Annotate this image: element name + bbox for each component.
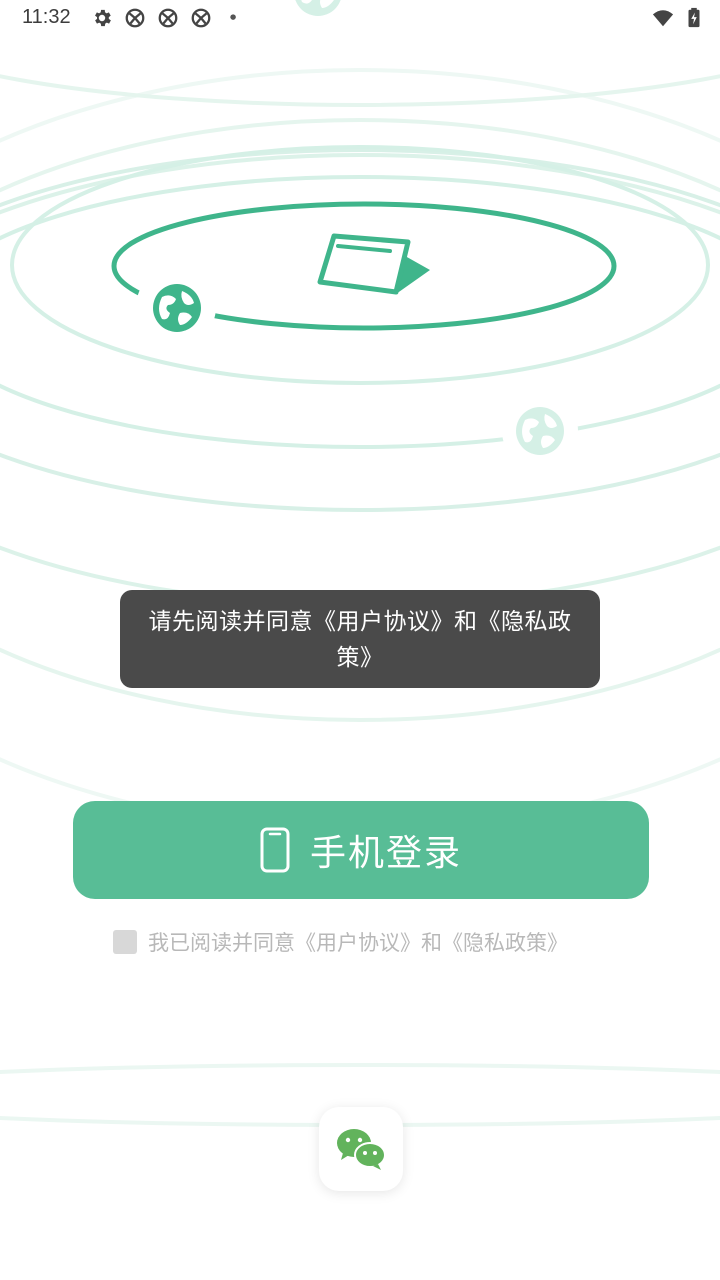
privacy-policy-link[interactable]: 《隐私政策》 (442, 931, 568, 955)
status-bar: 11:32 (0, 0, 720, 36)
agreement-row: 我已阅读并同意《用户协议》和《隐私政策》 (113, 926, 568, 958)
user-agreement-link[interactable]: 《用户协议》 (295, 931, 421, 955)
app-notification-icon (125, 8, 145, 28)
globe-icon (153, 284, 201, 332)
agreement-checkbox[interactable] (113, 930, 137, 954)
toast-message: 请先阅读并同意《用户协议》和《隐私政策》 (120, 590, 600, 688)
wifi-icon (652, 10, 674, 27)
login-screen: 11:32 请先阅读并同意《用户协议》和《隐私政策》 手机登录 我已阅读并同意《… (0, 0, 720, 1280)
wechat-login-button[interactable] (319, 1107, 403, 1191)
app-notification-icon (191, 8, 211, 28)
agreement-prefix: 我已阅读并同意 (148, 931, 295, 955)
globe-icon (516, 407, 564, 455)
phone-icon (260, 827, 290, 873)
agreement-text: 我已阅读并同意《用户协议》和《隐私政策》 (148, 927, 568, 957)
battery-charging-icon (688, 7, 700, 28)
more-dot-icon (230, 14, 236, 20)
app-notification-icon (158, 8, 178, 28)
wechat-icon (337, 1129, 386, 1170)
settings-icon (95, 9, 111, 27)
ticket-icon (317, 233, 430, 295)
phone-login-button[interactable]: 手机登录 (73, 801, 649, 899)
phone-login-label: 手机登录 (309, 833, 462, 874)
status-time: 11:32 (22, 6, 71, 28)
agreement-conjunction: 和 (421, 931, 442, 955)
